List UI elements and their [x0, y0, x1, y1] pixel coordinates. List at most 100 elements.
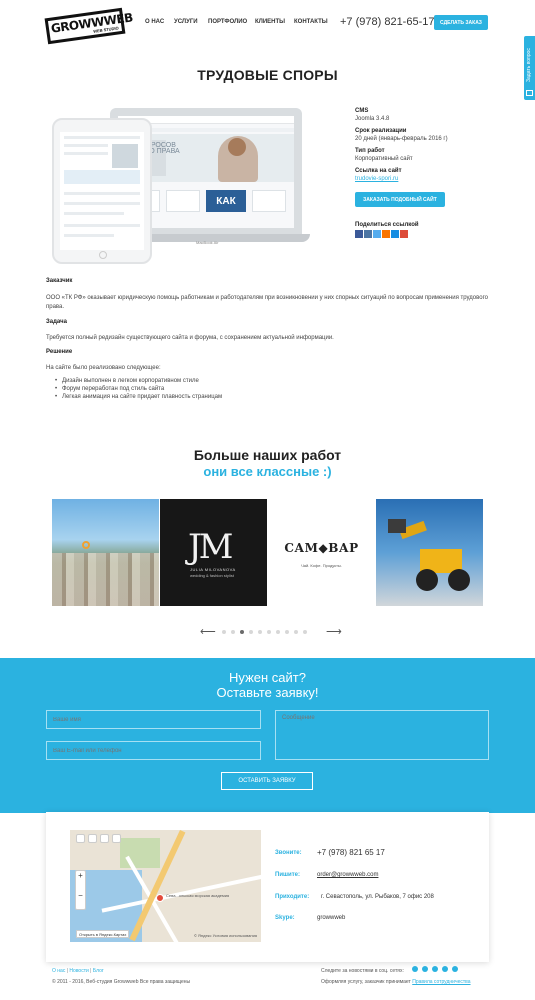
map-attribution[interactable]: © Яндекс Условия использования — [194, 933, 257, 938]
contact-skype[interactable]: growwweb — [317, 915, 345, 921]
vk-alt-icon[interactable] — [432, 966, 438, 972]
list-item: Дизайн выполнен в легком корпоративном с… — [55, 378, 199, 384]
tablet-line — [64, 152, 108, 155]
footer-link-news[interactable]: Новости — [69, 968, 88, 974]
magnifier-icon[interactable] — [88, 834, 97, 843]
carousel-dot[interactable] — [258, 630, 262, 634]
laptop-label: MacBook Air — [196, 240, 219, 245]
solution-text: На сайте было реализовано следующее: — [46, 365, 161, 371]
link-label: Ссылка на сайт — [355, 168, 402, 174]
growwweb-logo[interactable]: GROWWWEB WEB STUDIO — [44, 7, 134, 45]
jm-name: JULIA MILOVANOVA — [190, 567, 236, 572]
contact-input[interactable] — [46, 741, 261, 760]
tablet-line — [64, 144, 108, 147]
mock-card — [252, 190, 286, 212]
name-input[interactable] — [46, 710, 261, 729]
carousel-dot[interactable] — [267, 630, 271, 634]
loader-bucket — [388, 519, 406, 533]
work-thumbnail-julia[interactable]: JM JULIA MILOVANOVA wedding & fashion st… — [160, 499, 267, 606]
carousel-dot[interactable] — [222, 630, 226, 634]
mock-card — [166, 190, 200, 212]
twitter-icon[interactable] — [422, 966, 428, 972]
copyright: © 2011 - 2016, Веб-студия Growwweb Все п… — [52, 979, 191, 985]
carousel-dot[interactable] — [285, 630, 289, 634]
submit-request-button[interactable]: ОСТАВИТЬ ЗАЯВКУ — [221, 772, 313, 790]
instagram-icon[interactable] — [452, 966, 458, 972]
message-textarea[interactable] — [275, 710, 489, 760]
map-marker-icon[interactable] — [156, 894, 164, 902]
tablet-frame — [52, 118, 152, 264]
location-pin-icon — [82, 541, 90, 549]
vk-share-icon[interactable] — [364, 230, 372, 238]
tablet-line — [64, 212, 124, 215]
mock-kak-banner: КАК — [206, 190, 246, 212]
carousel-dot[interactable] — [276, 630, 280, 634]
terms-link[interactable]: Правила сотрудничества — [412, 979, 470, 985]
hand-tool-icon[interactable] — [76, 834, 85, 843]
contact-address: г. Севастополь, ул. Рыбаков, 7 офис 208 — [321, 894, 434, 900]
list-item: Легкая анимация на сайте придает плавнос… — [55, 394, 222, 400]
nav-item-portfolio[interactable]: ПОРТФОЛИО — [208, 19, 247, 25]
nav-item-services[interactable]: УСЛУГИ — [174, 19, 198, 25]
facebook-icon[interactable] — [442, 966, 448, 972]
carousel-dot[interactable] — [294, 630, 298, 634]
nav-item-contacts[interactable]: КОНТАКТЫ — [294, 19, 328, 25]
samovar-logo: САМ◆ВАР — [284, 541, 359, 555]
tablet-screen — [60, 132, 144, 250]
header-phone[interactable]: +7 (978) 821-65-17 — [340, 16, 434, 28]
address-label: Приходите: — [275, 894, 310, 900]
loader-wheel — [448, 569, 470, 591]
mock-photo-head — [228, 138, 246, 156]
facebook-share-icon[interactable] — [355, 230, 363, 238]
tablet-line — [64, 202, 140, 205]
mailru-share-icon[interactable] — [391, 230, 399, 238]
order-similar-button[interactable]: ЗАКАЗАТЬ ПОДОБНЫЙ САЙТ — [355, 192, 445, 207]
vk-icon[interactable] — [412, 966, 418, 972]
more-works-title: Больше наших работ — [193, 447, 342, 463]
tablet-image — [112, 144, 138, 168]
yandex-map[interactable]: Сева...ольская морская академия + − Откры… — [70, 830, 261, 942]
open-in-yandex-link[interactable]: Открыть в Яндекс.Картах — [76, 930, 130, 938]
contact-email[interactable]: order@growwweb.com — [317, 872, 378, 878]
footer-link-about[interactable]: О нас — [52, 968, 65, 974]
tablet-home-button — [99, 251, 107, 259]
arrow-right-icon[interactable]: ⟶ — [326, 627, 342, 638]
term-value: 20 дней (январь-февраль 2016 г) — [355, 136, 448, 142]
list-item: Форум переработан под стиль сайта — [55, 386, 164, 392]
share-label: Поделиться ссылкой — [355, 222, 419, 228]
request-title: Нужен сайт? Оставьте заявку! — [0, 670, 535, 700]
tablet-line — [64, 192, 140, 195]
site-link[interactable]: trudovie-spori.ru — [355, 176, 398, 182]
nav-item-clients[interactable]: КЛИЕНТЫ — [255, 19, 285, 25]
request-section: Нужен сайт? Оставьте заявку! ОСТАВИТЬ ЗА… — [0, 658, 535, 813]
odnoklassniki-share-icon[interactable] — [382, 230, 390, 238]
ruler-icon[interactable] — [100, 834, 109, 843]
footer-social — [412, 966, 458, 972]
page-title: ТРУДОВЫЕ СПОРЫ — [197, 67, 338, 83]
map-park — [120, 838, 160, 868]
zoom-control[interactable]: + − — [75, 870, 86, 910]
nav-item-about[interactable]: О НАС — [145, 19, 164, 25]
work-thumbnail-loader[interactable] — [376, 499, 483, 606]
city-buildings — [52, 553, 159, 606]
site-header: GROWWWEB WEB STUDIO О НАС УСЛУГИ ПОРТФОЛ… — [0, 0, 535, 46]
route-icon[interactable] — [112, 834, 121, 843]
work-thumbnail-samovar[interactable]: САМ◆ВАР Чай. Кофе. Продукты. — [268, 499, 375, 606]
carousel-dot-active[interactable] — [240, 630, 244, 634]
follow-text: Следите за новостями в соц. сетях: — [321, 968, 404, 974]
carousel-dot[interactable] — [303, 630, 307, 634]
project-mockup: ВОПРОСОВ ВОГО ПРАВА КАК MacBook Air — [52, 108, 344, 268]
carousel-dot[interactable] — [231, 630, 235, 634]
twitter-share-icon[interactable] — [373, 230, 381, 238]
terms-text: Оформляя услугу, заказчик принимает Прав… — [321, 979, 471, 985]
client-text: ООО «ТК РФ» оказывает юридическую помощь… — [46, 295, 488, 310]
arrow-left-icon[interactable]: ⟵ — [200, 627, 216, 638]
contact-phone[interactable]: +7 (978) 821 65 17 — [317, 848, 385, 857]
order-button[interactable]: СДЕЛАТЬ ЗАКАЗ — [434, 15, 488, 30]
client-heading: Заказчик — [46, 278, 73, 284]
work-thumbnail-city[interactable] — [52, 499, 159, 606]
googleplus-share-icon[interactable] — [400, 230, 408, 238]
map-place-label: Сева...ольская морская академия — [166, 893, 230, 898]
carousel-dot[interactable] — [249, 630, 253, 634]
footer-link-blog[interactable]: Блог — [93, 968, 104, 974]
